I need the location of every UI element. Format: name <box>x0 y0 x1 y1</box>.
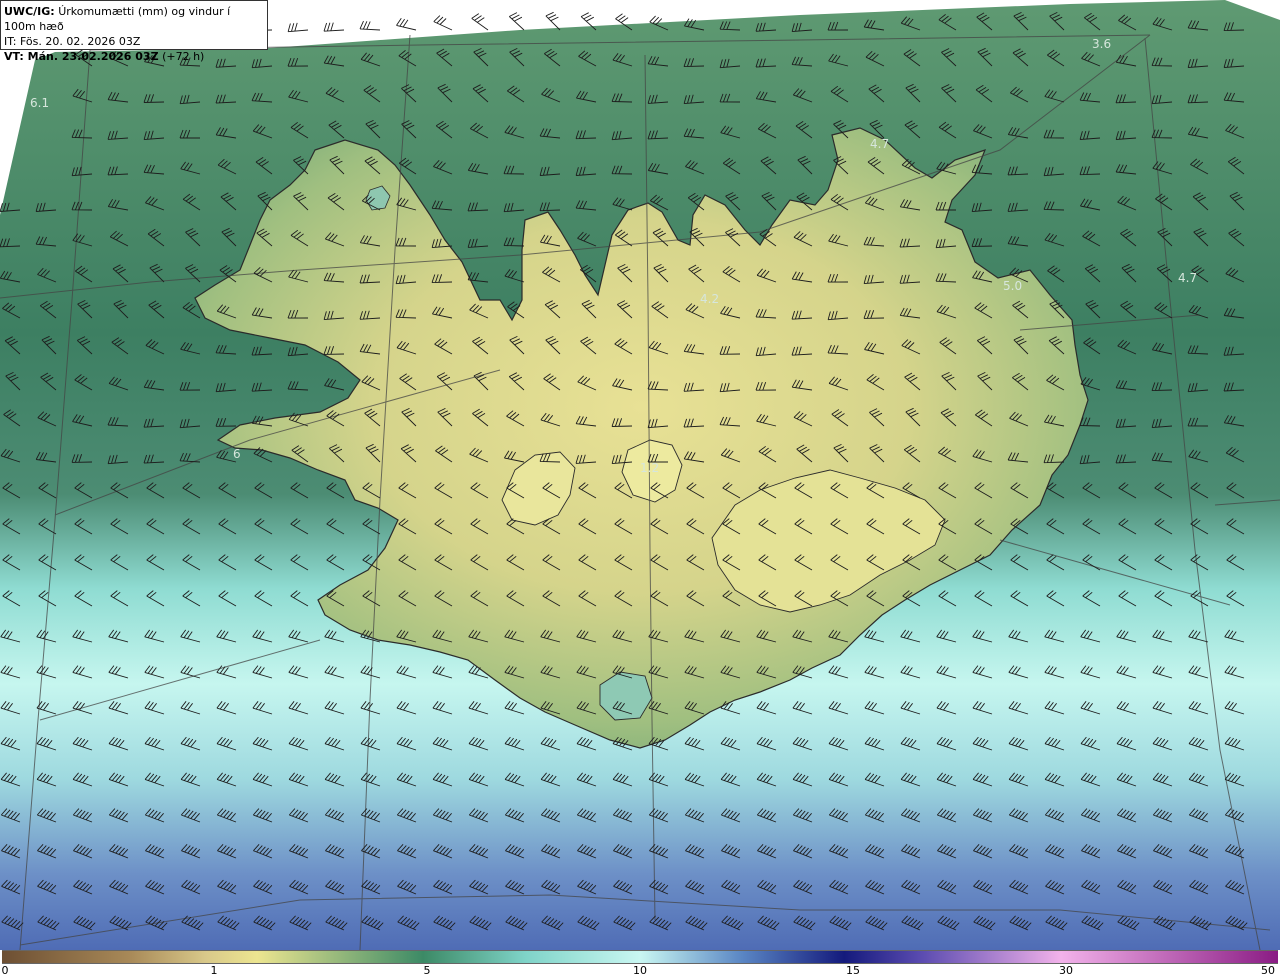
colorbar-tick-label: 30 <box>1059 964 1073 977</box>
map-label: 6 <box>233 447 241 461</box>
product-code: UWC/IG: <box>4 5 55 18</box>
colorbar-tick-label: 10 <box>633 964 647 977</box>
lead-time: (+72 h) <box>162 50 205 63</box>
map-label: 4.2 <box>700 292 719 306</box>
colorbar-tick-label: 0 <box>1 964 9 977</box>
colorbar-gradient <box>2 951 1278 963</box>
weather-map[interactable]: 6.1 3.6 4.7 4.2 5.0 4.7 1.2 6 <box>0 0 1280 951</box>
map-label: 5.0 <box>1003 279 1022 293</box>
map-label: 3.6 <box>1092 37 1111 51</box>
colorbar-tick-label: 5 <box>423 964 431 977</box>
colorbar-tick-label: 1 <box>210 964 218 977</box>
map-label: 4.7 <box>870 137 889 151</box>
init-time: IT: Fös. 20. 02. 2026 03Z <box>4 35 141 48</box>
colorbar-tick-label: 15 <box>846 964 860 977</box>
map-info-box: UWC/IG: Úrkomumætti (mm) og vindur í 100… <box>0 0 268 63</box>
colorbar-tick-label: 50 <box>1261 964 1275 977</box>
map-canvas: 6.1 3.6 4.7 4.2 5.0 4.7 1.2 6 <box>0 0 1280 951</box>
valid-time: VT: Mán. 23.02.2026 03Z <box>4 50 159 63</box>
map-label: 1.2 <box>640 461 659 475</box>
colorbar: 0 1 5 10 15 30 50 <box>0 950 1280 978</box>
colorbar-strip <box>2 950 1278 964</box>
map-label: 6.1 <box>30 96 49 110</box>
map-label: 4.7 <box>1178 271 1197 285</box>
product-line: UWC/IG: Úrkomumætti (mm) og vindur í 100… <box>4 4 264 34</box>
valid-time-line: VT: Mán. 23.02.2026 03Z (+72 h) <box>4 49 264 64</box>
